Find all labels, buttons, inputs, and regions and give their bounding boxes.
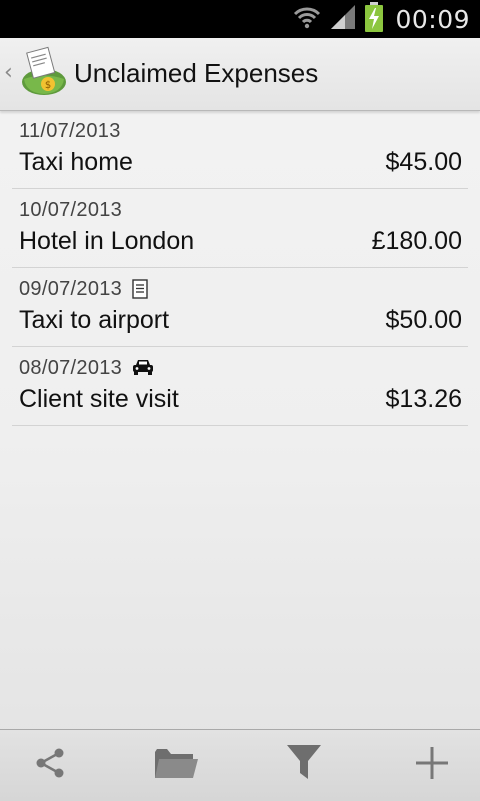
item-title: Taxi to airport <box>19 306 170 334</box>
bottom-action-bar <box>0 729 480 801</box>
item-title: Client site visit <box>19 385 179 413</box>
list-item[interactable]: 09/07/2013 Taxi to airport $50.00 <box>12 268 468 347</box>
folder-button[interactable] <box>128 730 224 801</box>
car-icon <box>132 358 154 378</box>
item-date: 08/07/2013 <box>19 356 123 379</box>
share-button[interactable] <box>2 730 98 801</box>
wifi-icon <box>293 3 321 36</box>
receipt-icon <box>132 279 152 299</box>
filter-icon <box>285 743 323 788</box>
item-date: 10/07/2013 <box>19 198 123 221</box>
chevron-left-icon[interactable]: ‹ <box>4 62 13 84</box>
expense-list: 11/07/2013 Taxi home $45.00 10/07/2013 H… <box>12 110 468 426</box>
item-amount: $13.26 <box>385 385 462 413</box>
item-date-row: 08/07/2013 <box>19 356 154 380</box>
item-date: 11/07/2013 <box>19 119 121 142</box>
status-icons: 00:09 <box>293 0 470 38</box>
list-item[interactable]: 08/07/2013 Client site visit $13.26 <box>12 347 468 426</box>
share-icon <box>32 745 68 786</box>
list-item[interactable]: 10/07/2013 Hotel in London £180.00 <box>12 189 468 268</box>
status-bar: 00:09 <box>0 0 480 38</box>
action-bar: ‹ $ Unclaimed Expenses <box>0 38 480 111</box>
item-amount: $45.00 <box>385 148 462 176</box>
svg-text:$: $ <box>45 80 51 91</box>
folder-icon <box>153 746 199 785</box>
item-amount: £180.00 <box>371 227 462 255</box>
list-item[interactable]: 11/07/2013 Taxi home $45.00 <box>12 110 468 189</box>
signal-icon <box>329 3 357 36</box>
item-date: 09/07/2013 <box>19 277 123 300</box>
page-title: Unclaimed Expenses <box>74 58 319 88</box>
wallet-receipt-logo-icon[interactable]: $ <box>18 46 70 98</box>
battery-charging-icon <box>365 1 384 37</box>
item-amount: $50.00 <box>385 306 462 334</box>
filter-button[interactable] <box>256 730 352 801</box>
item-title: Hotel in London <box>19 227 195 255</box>
add-icon <box>413 744 451 787</box>
item-date-row: 09/07/2013 <box>19 277 152 301</box>
item-date-row: 11/07/2013 <box>19 119 121 143</box>
item-date-row: 10/07/2013 <box>19 198 122 222</box>
status-time: 00:09 <box>395 4 470 34</box>
add-button[interactable] <box>384 730 480 801</box>
item-title: Taxi home <box>19 148 133 176</box>
